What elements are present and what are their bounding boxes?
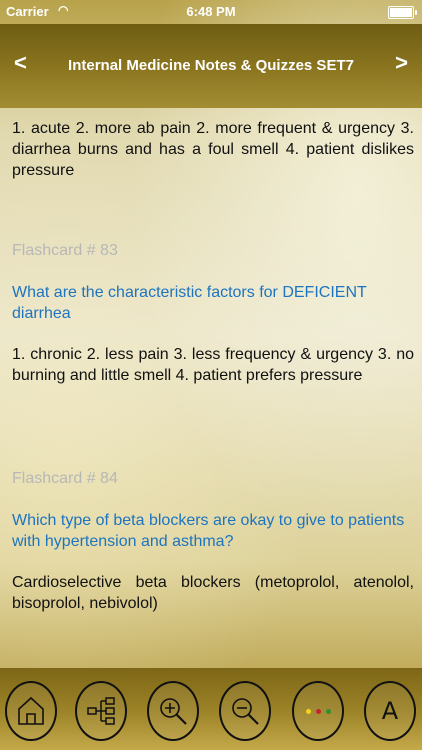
font-size-button[interactable]: A [364,681,416,741]
home-button[interactable] [5,681,57,741]
zoom-out-icon [232,698,259,725]
zoom-out-button[interactable] [219,681,271,741]
color-theme-button[interactable] [292,681,344,741]
clock: 6:48 PM [186,4,236,19]
zoom-in-icon [160,698,187,725]
sitemap-icon [87,697,115,725]
flashcard-label: Flashcard # 83 [12,242,118,259]
nav-bar: < Internal Medicine Notes & Quizzes SET7… [0,24,422,108]
bottom-toolbar: A [0,668,422,750]
flashcard-label: Flashcard # 84 [12,470,118,487]
next-button[interactable]: > [395,50,408,76]
flashcard-answer: 1. chronic 2. less pain 3. less frequenc… [12,346,414,384]
red-dot [315,708,321,714]
yellow-dot [305,708,311,714]
sitemap-button[interactable] [75,681,127,741]
home-icon [18,696,44,725]
flashcard-list[interactable]: 1. acute 2. more ab pain 2. more frequen… [0,108,422,668]
page-title: Internal Medicine Notes & Quizzes SET7 [68,57,354,74]
color-dots-icon [305,708,331,714]
zoom-in-button[interactable] [147,681,199,741]
battery-icon [388,6,417,19]
flashcard-question: What are the characteristic factors for … [12,284,367,322]
status-bar: Carrier ◠ 6:48 PM [0,0,422,24]
flashcard-answer: Cardioselective beta blockers (metoprolo… [12,574,414,612]
font-icon: A [381,697,399,725]
flashcard-answer: 1. acute 2. more ab pain 2. more frequen… [12,120,414,179]
flashcard-question: Which type of beta blockers are okay to … [12,512,405,550]
green-dot [325,708,331,714]
